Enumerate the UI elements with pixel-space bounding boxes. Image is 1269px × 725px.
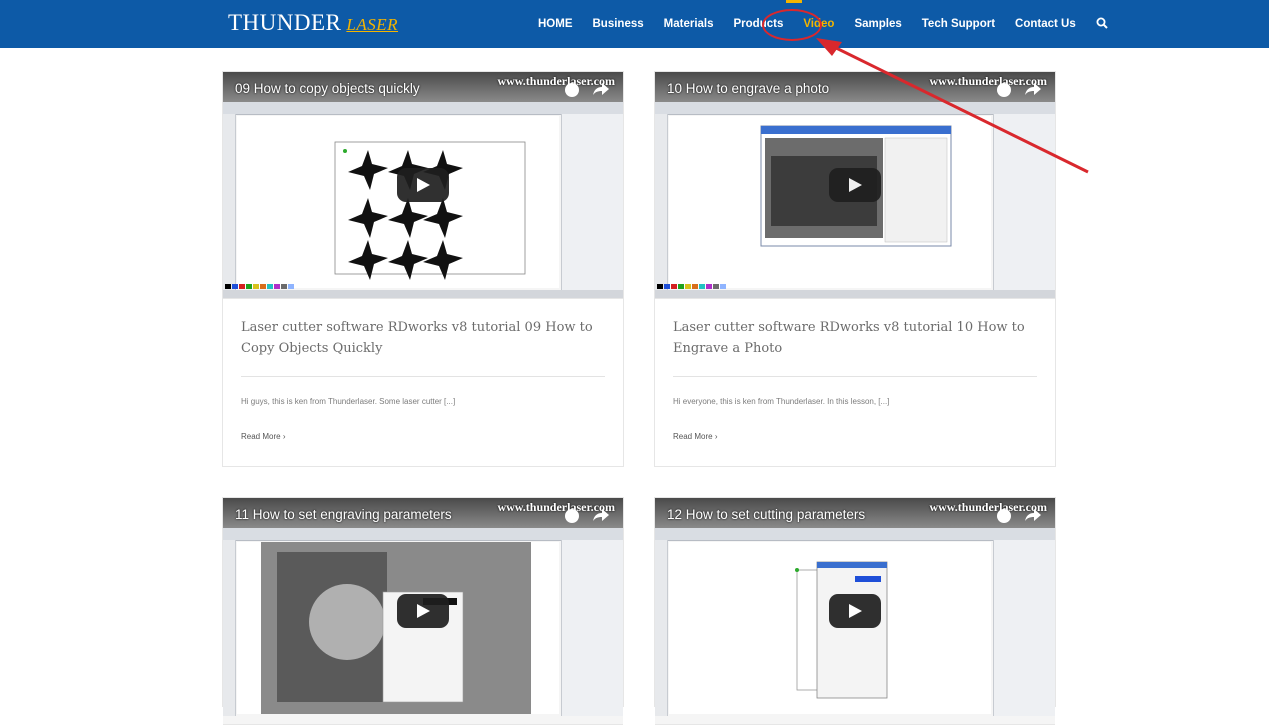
- divider: [673, 376, 1037, 377]
- software-right-panel: [561, 540, 623, 716]
- color-palette: [657, 284, 727, 289]
- software-right-panel: [993, 114, 1055, 290]
- watch-later-icon[interactable]: [997, 83, 1011, 97]
- software-right-panel: [993, 540, 1055, 716]
- software-status-bar: [655, 290, 1055, 298]
- share-icon[interactable]: [592, 506, 610, 524]
- post-title[interactable]: Laser cutter software RDworks v8 tutoria…: [241, 317, 605, 359]
- annotation-arrow-icon: [816, 38, 1089, 174]
- play-icon[interactable]: [397, 594, 449, 628]
- logo-main-text: THUNDER: [228, 10, 342, 35]
- software-status-bar: [223, 290, 623, 298]
- share-icon[interactable]: [1024, 506, 1042, 524]
- software-canvas: [669, 116, 991, 288]
- video-title: 12 How to set cutting parameters: [667, 507, 866, 522]
- shuriken-pattern-image: [334, 141, 526, 280]
- post-title[interactable]: Laser cutter software RDworks v8 tutoria…: [673, 317, 1037, 359]
- watch-later-icon[interactable]: [565, 83, 579, 97]
- watch-later-icon[interactable]: [565, 509, 579, 523]
- video-title: 09 How to copy objects quickly: [235, 81, 420, 96]
- software-left-toolbar: [223, 540, 236, 716]
- software-canvas: [237, 116, 559, 288]
- software-canvas: [669, 542, 991, 714]
- play-icon[interactable]: [829, 594, 881, 628]
- engraving-photo-image: [261, 542, 531, 714]
- video-thumbnail[interactable]: 09 How to copy objects quickly www.thund…: [223, 72, 623, 299]
- post-excerpt: Hi everyone, this is ken from Thunderlas…: [673, 397, 890, 406]
- nav-samples[interactable]: Samples: [854, 18, 901, 30]
- divider: [241, 376, 605, 377]
- chevron-right-icon: ›: [282, 432, 286, 441]
- share-icon[interactable]: [592, 80, 610, 98]
- nav-home[interactable]: HOME: [538, 18, 573, 30]
- annotation-circle: [762, 9, 822, 41]
- video-card: 09 How to copy objects quickly www.thund…: [222, 71, 624, 467]
- video-title: 10 How to engrave a photo: [667, 81, 830, 96]
- video-card: 10 How to engrave a photo www.thunderlas…: [654, 71, 1056, 467]
- video-thumbnail[interactable]: 10 How to engrave a photo www.thunderlas…: [655, 72, 1055, 299]
- software-left-toolbar: [655, 114, 668, 290]
- nav-tech-support[interactable]: Tech Support: [922, 18, 995, 30]
- share-icon[interactable]: [1024, 80, 1042, 98]
- watch-later-icon[interactable]: [997, 509, 1011, 523]
- chevron-right-icon: ›: [714, 432, 718, 441]
- logo-accent-text: LASER: [346, 15, 398, 34]
- software-left-toolbar: [223, 114, 236, 290]
- video-title: 11 How to set engraving parameters: [235, 507, 452, 522]
- search-icon[interactable]: [1096, 16, 1108, 32]
- photo-engrave-dialog-image: [760, 125, 952, 247]
- nav-materials[interactable]: Materials: [664, 18, 714, 30]
- play-icon[interactable]: [397, 168, 449, 202]
- software-canvas: [237, 542, 559, 714]
- software-right-panel: [561, 114, 623, 290]
- nav-contact-us[interactable]: Contact Us: [1015, 18, 1076, 30]
- color-palette: [225, 284, 295, 289]
- read-more-link[interactable]: Read More ›: [241, 432, 605, 441]
- cutting-parameters-dialog-image: [795, 561, 888, 699]
- video-card: 12 How to set cutting parameters www.thu…: [654, 497, 1056, 725]
- post-excerpt: Hi guys, this is ken from Thunderlaser. …: [241, 397, 456, 406]
- read-more-label: Read More: [673, 432, 713, 441]
- nav-business[interactable]: Business: [593, 18, 644, 30]
- video-card: 11 How to set engraving parameters www.t…: [222, 497, 624, 725]
- video-thumbnail[interactable]: 11 How to set engraving parameters www.t…: [223, 498, 623, 725]
- site-header: THUNDER LASER HOME Business Materials Pr…: [0, 0, 1269, 48]
- read-more-label: Read More: [241, 432, 281, 441]
- software-left-toolbar: [655, 540, 668, 716]
- read-more-link[interactable]: Read More ›: [673, 432, 1037, 441]
- play-icon[interactable]: [829, 168, 881, 202]
- video-thumbnail[interactable]: 12 How to set cutting parameters www.thu…: [655, 498, 1055, 725]
- site-logo[interactable]: THUNDER LASER: [228, 10, 398, 40]
